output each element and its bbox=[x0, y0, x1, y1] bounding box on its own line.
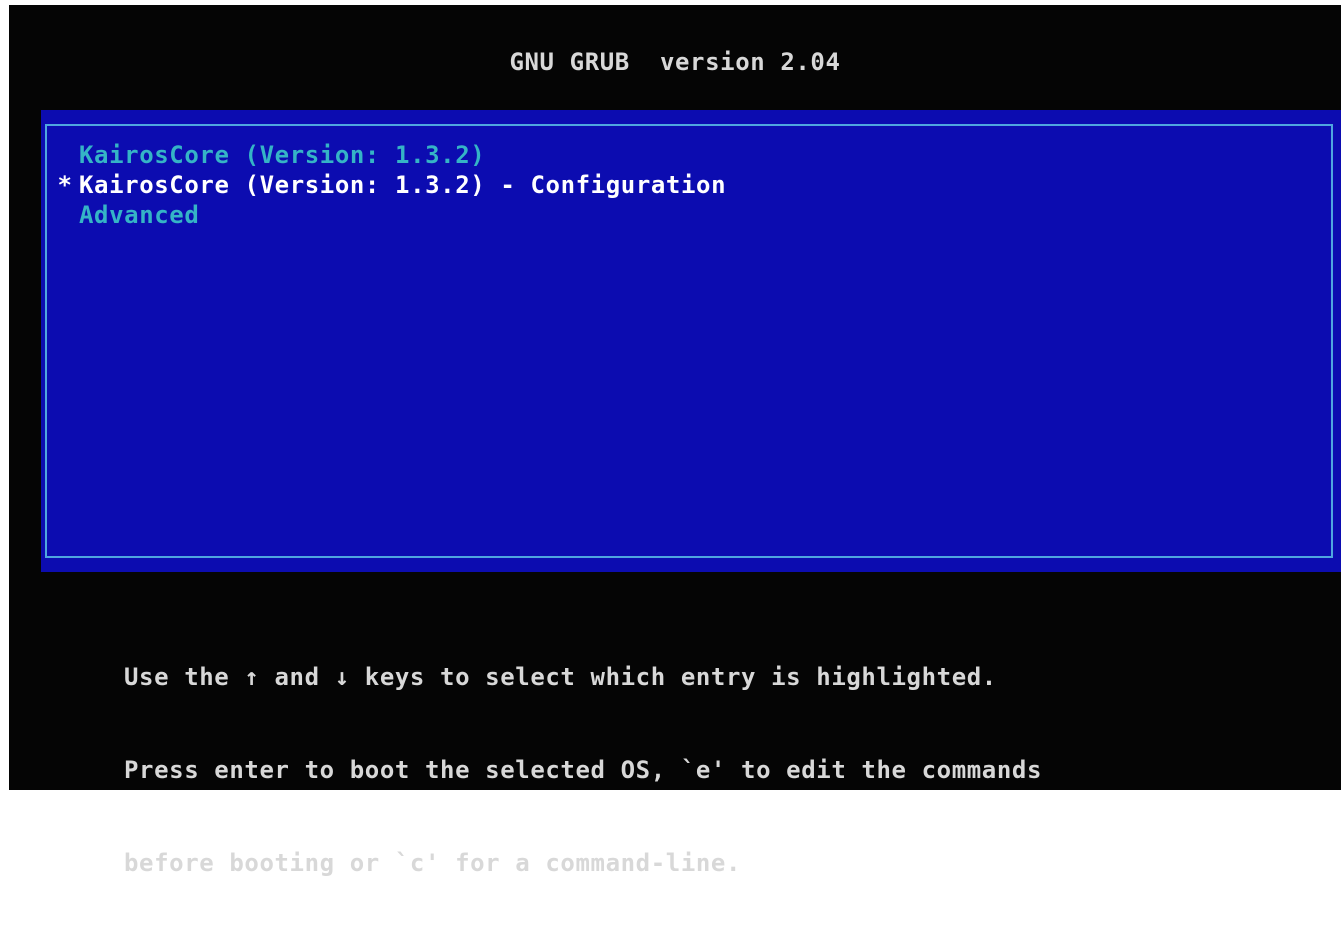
help-line-boot-edit: Press enter to boot the selected OS, `e'… bbox=[124, 756, 1043, 784]
boot-menu-list: KairosCore (Version: 1.3.2) * KairosCore… bbox=[51, 140, 726, 230]
help-line-command-line: before booting or `c' for a command-line… bbox=[124, 849, 742, 877]
boot-entry-advanced[interactable]: Advanced bbox=[51, 200, 726, 230]
selection-marker bbox=[51, 200, 79, 230]
help-text: Use the ↑ and ↓ keys to select which ent… bbox=[124, 600, 1042, 941]
boot-menu-frame: KairosCore (Version: 1.3.2) * KairosCore… bbox=[45, 124, 1333, 558]
selection-marker bbox=[51, 140, 79, 170]
boot-entry-label: KairosCore (Version: 1.3.2) bbox=[79, 141, 486, 169]
grub-version-title: GNU GRUB version 2.04 bbox=[509, 48, 841, 76]
boot-entry-label: Advanced bbox=[79, 201, 200, 229]
boot-entry-label: KairosCore (Version: 1.3.2) - Configurat… bbox=[79, 171, 727, 199]
selection-marker: * bbox=[57, 171, 73, 199]
help-line-navigation: Use the ↑ and ↓ keys to select which ent… bbox=[124, 663, 997, 691]
grub-screen: GNU GRUB version 2.04 KairosCore (Versio… bbox=[9, 5, 1341, 877]
boot-menu-panel: KairosCore (Version: 1.3.2) * KairosCore… bbox=[41, 110, 1341, 572]
boot-entry-kairoscore[interactable]: KairosCore (Version: 1.3.2) bbox=[51, 140, 726, 170]
boot-entry-kairoscore-configuration[interactable]: * KairosCore (Version: 1.3.2) - Configur… bbox=[51, 170, 726, 200]
